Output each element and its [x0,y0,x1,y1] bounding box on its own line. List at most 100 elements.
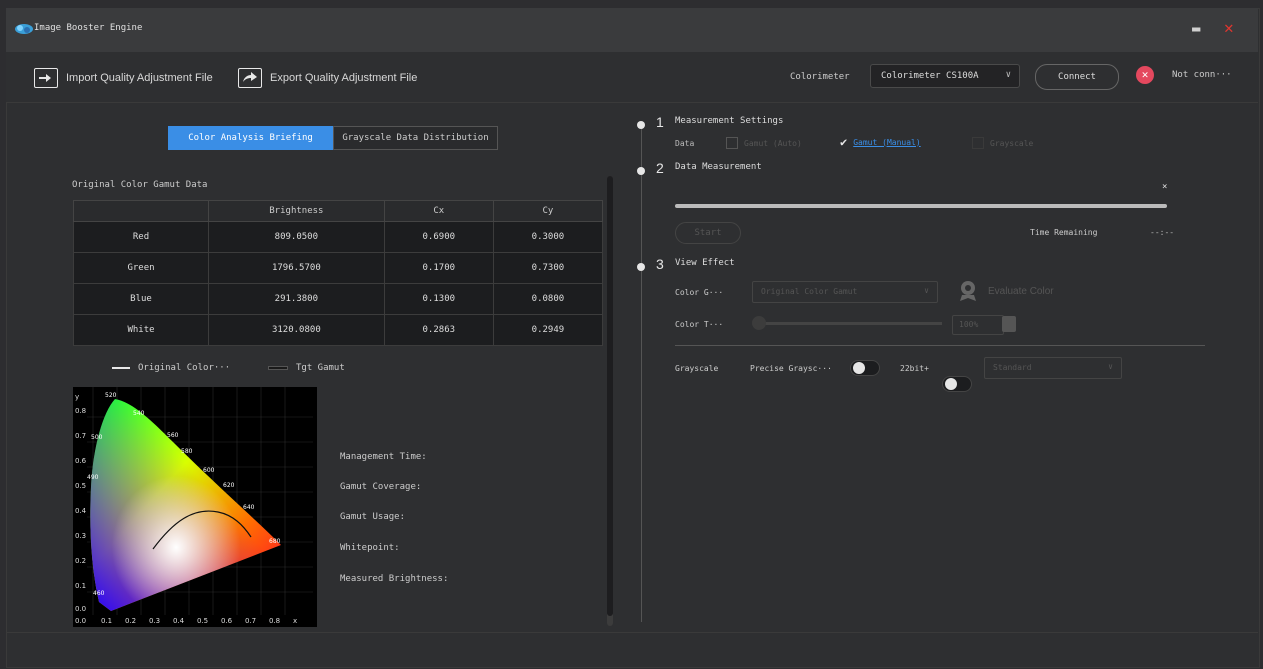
column-header: Brightness [208,200,385,222]
minimize-button[interactable]: ▬ [1192,22,1210,38]
export-icon [238,68,262,88]
color-temperature-input[interactable]: 100% [952,315,1004,335]
color-gamut-label: Color G··· [675,288,724,297]
step-1-number: 1 [656,114,664,130]
export-button[interactable]: Export Quality Adjustment File [238,67,417,89]
color-temperature-slider[interactable] [762,322,942,325]
svg-text:620: 620 [223,482,235,489]
color-gamut-value: Original Color Gamut [761,287,858,296]
color-temperature-value: 100% [959,320,979,329]
time-remaining-label: Time Remaining [1030,228,1098,237]
disconnected-icon: ✕ [1136,66,1154,84]
svg-text:680: 680 [269,538,281,545]
cie-x-tick: 0.7 [245,617,256,625]
column-header: Cx [383,200,494,222]
option-grayscale[interactable]: Grayscale [972,137,1033,149]
import-button[interactable]: Import Quality Adjustment File [34,67,213,89]
legend-original-label: Original Color··· [138,363,231,373]
export-label: Export Quality Adjustment File [270,72,418,84]
cie-y-tick: 0.6 [75,457,87,465]
connection-status: Not conn··· [1172,70,1232,80]
cie-y-tick: 0.3 [75,532,86,540]
data-label: Data [675,139,695,148]
step-2-number: 2 [656,160,664,176]
column-header [73,200,209,222]
option-gamut-manual[interactable]: ✔ Gamut (Manual) [840,135,921,149]
table-header-row: Brightness Cx Cy [73,200,604,222]
close-icon[interactable]: ✕ [1224,18,1242,37]
table-cell: 0.2949 [492,314,604,346]
color-gamut-select[interactable]: Original Color Gamut ∨ [752,281,938,303]
chevron-down-icon: ∨ [1108,362,1113,371]
cie-x-tick: 0.8 [269,617,280,625]
tab-color-analysis[interactable]: Color Analysis Briefing [168,126,333,150]
colorimeter-select[interactable]: Colorimeter CS100A ∨ [870,64,1020,88]
grayscale-checkbox[interactable] [972,137,984,149]
step-3-number: 3 [656,256,664,272]
evaluate-color-button[interactable]: Evaluate Color [958,280,1054,302]
table-cell: 0.0800 [492,283,604,315]
cie-y-tick: 0.1 [75,582,86,590]
left-scroll-thumb[interactable] [607,176,613,616]
title-bar [6,8,1258,52]
cie-y-tick: 0.8 [75,407,86,415]
legend-target-label: Tgt Gamut [296,363,345,373]
stepper-icon[interactable] [1002,316,1016,332]
legend-target: Tgt Gamut [268,363,345,373]
cie-x-tick: x [293,617,297,625]
import-label: Import Quality Adjustment File [66,72,213,84]
cie-chromaticity-diagram: 520 540 560 580 600 620 640 680 500 490 460 0.0… [73,387,317,627]
svg-text:580: 580 [181,448,193,455]
gamut-section-title: Original Color Gamut Data [72,180,208,190]
evaluate-icon [960,281,976,301]
gamut-auto-label: Gamut (Auto) [744,138,802,148]
slider-handle[interactable] [752,316,766,330]
gamut-manual-label: Gamut (Manual) [853,137,921,147]
cie-y-tick: 0.0 [75,605,86,613]
bit-label: 22bit+ [900,364,929,373]
tab-grayscale-distribution[interactable]: Grayscale Data Distribution [333,126,498,150]
cie-x-tick: 0.0 [75,617,86,625]
step-2-title: Data Measurement [675,162,762,172]
table-cell: 291.3800 [208,283,385,315]
table-row: Blue 291.3800 0.1300 0.0800 [73,283,604,315]
cie-y-tick: 0.2 [75,557,86,565]
legend-swatch [112,367,130,369]
legend-original: Original Color··· [112,363,230,373]
cie-x-tick: 0.4 [173,617,185,625]
cie-y-tick: y [75,393,79,401]
svg-text:540: 540 [133,410,145,417]
connect-button[interactable]: Connect [1035,64,1119,90]
grayscale-label: Grayscale [675,364,719,373]
column-header: Cy [492,200,604,222]
step-3-dot [637,263,645,271]
svg-text:460: 460 [93,590,105,597]
table-cell: 0.7300 [492,252,604,284]
cie-x-tick: 0.6 [221,617,233,625]
table-cell: 809.0500 [208,221,385,253]
grayscale-mode-select[interactable]: Standard ∨ [984,357,1122,379]
step-1-dot [637,121,645,129]
table-row: Red 809.0500 0.6900 0.3000 [73,221,604,253]
row-label: Blue [73,283,209,315]
precise-grayscale-toggle[interactable] [850,360,880,376]
footer-divider [6,632,1258,633]
step-3-title: View Effect [675,258,735,268]
start-button[interactable]: Start [675,222,741,244]
metric-whitepoint: Whitepoint: [340,543,400,553]
row-label: Green [73,252,209,284]
cie-y-tick: 0.7 [75,432,86,440]
svg-text:640: 640 [243,504,255,511]
bit-toggle[interactable] [942,376,972,392]
option-gamut-auto[interactable]: Gamut (Auto) [726,137,802,149]
check-icon: ✔ [840,135,848,149]
table-row: White 3120.0800 0.2863 0.2949 [73,314,604,346]
gamut-auto-checkbox[interactable] [726,137,738,149]
gamut-table: Brightness Cx Cy Red 809.0500 0.6900 0.3… [73,200,604,346]
color-temperature-label: Color T··· [675,320,724,329]
metric-measured-brightness: Measured Brightness: [340,574,449,584]
metric-gamut-coverage: Gamut Coverage: [340,482,422,492]
section-divider [675,345,1205,346]
progress-close-icon[interactable]: × [1162,182,1167,192]
table-cell: 1796.5700 [208,252,385,284]
